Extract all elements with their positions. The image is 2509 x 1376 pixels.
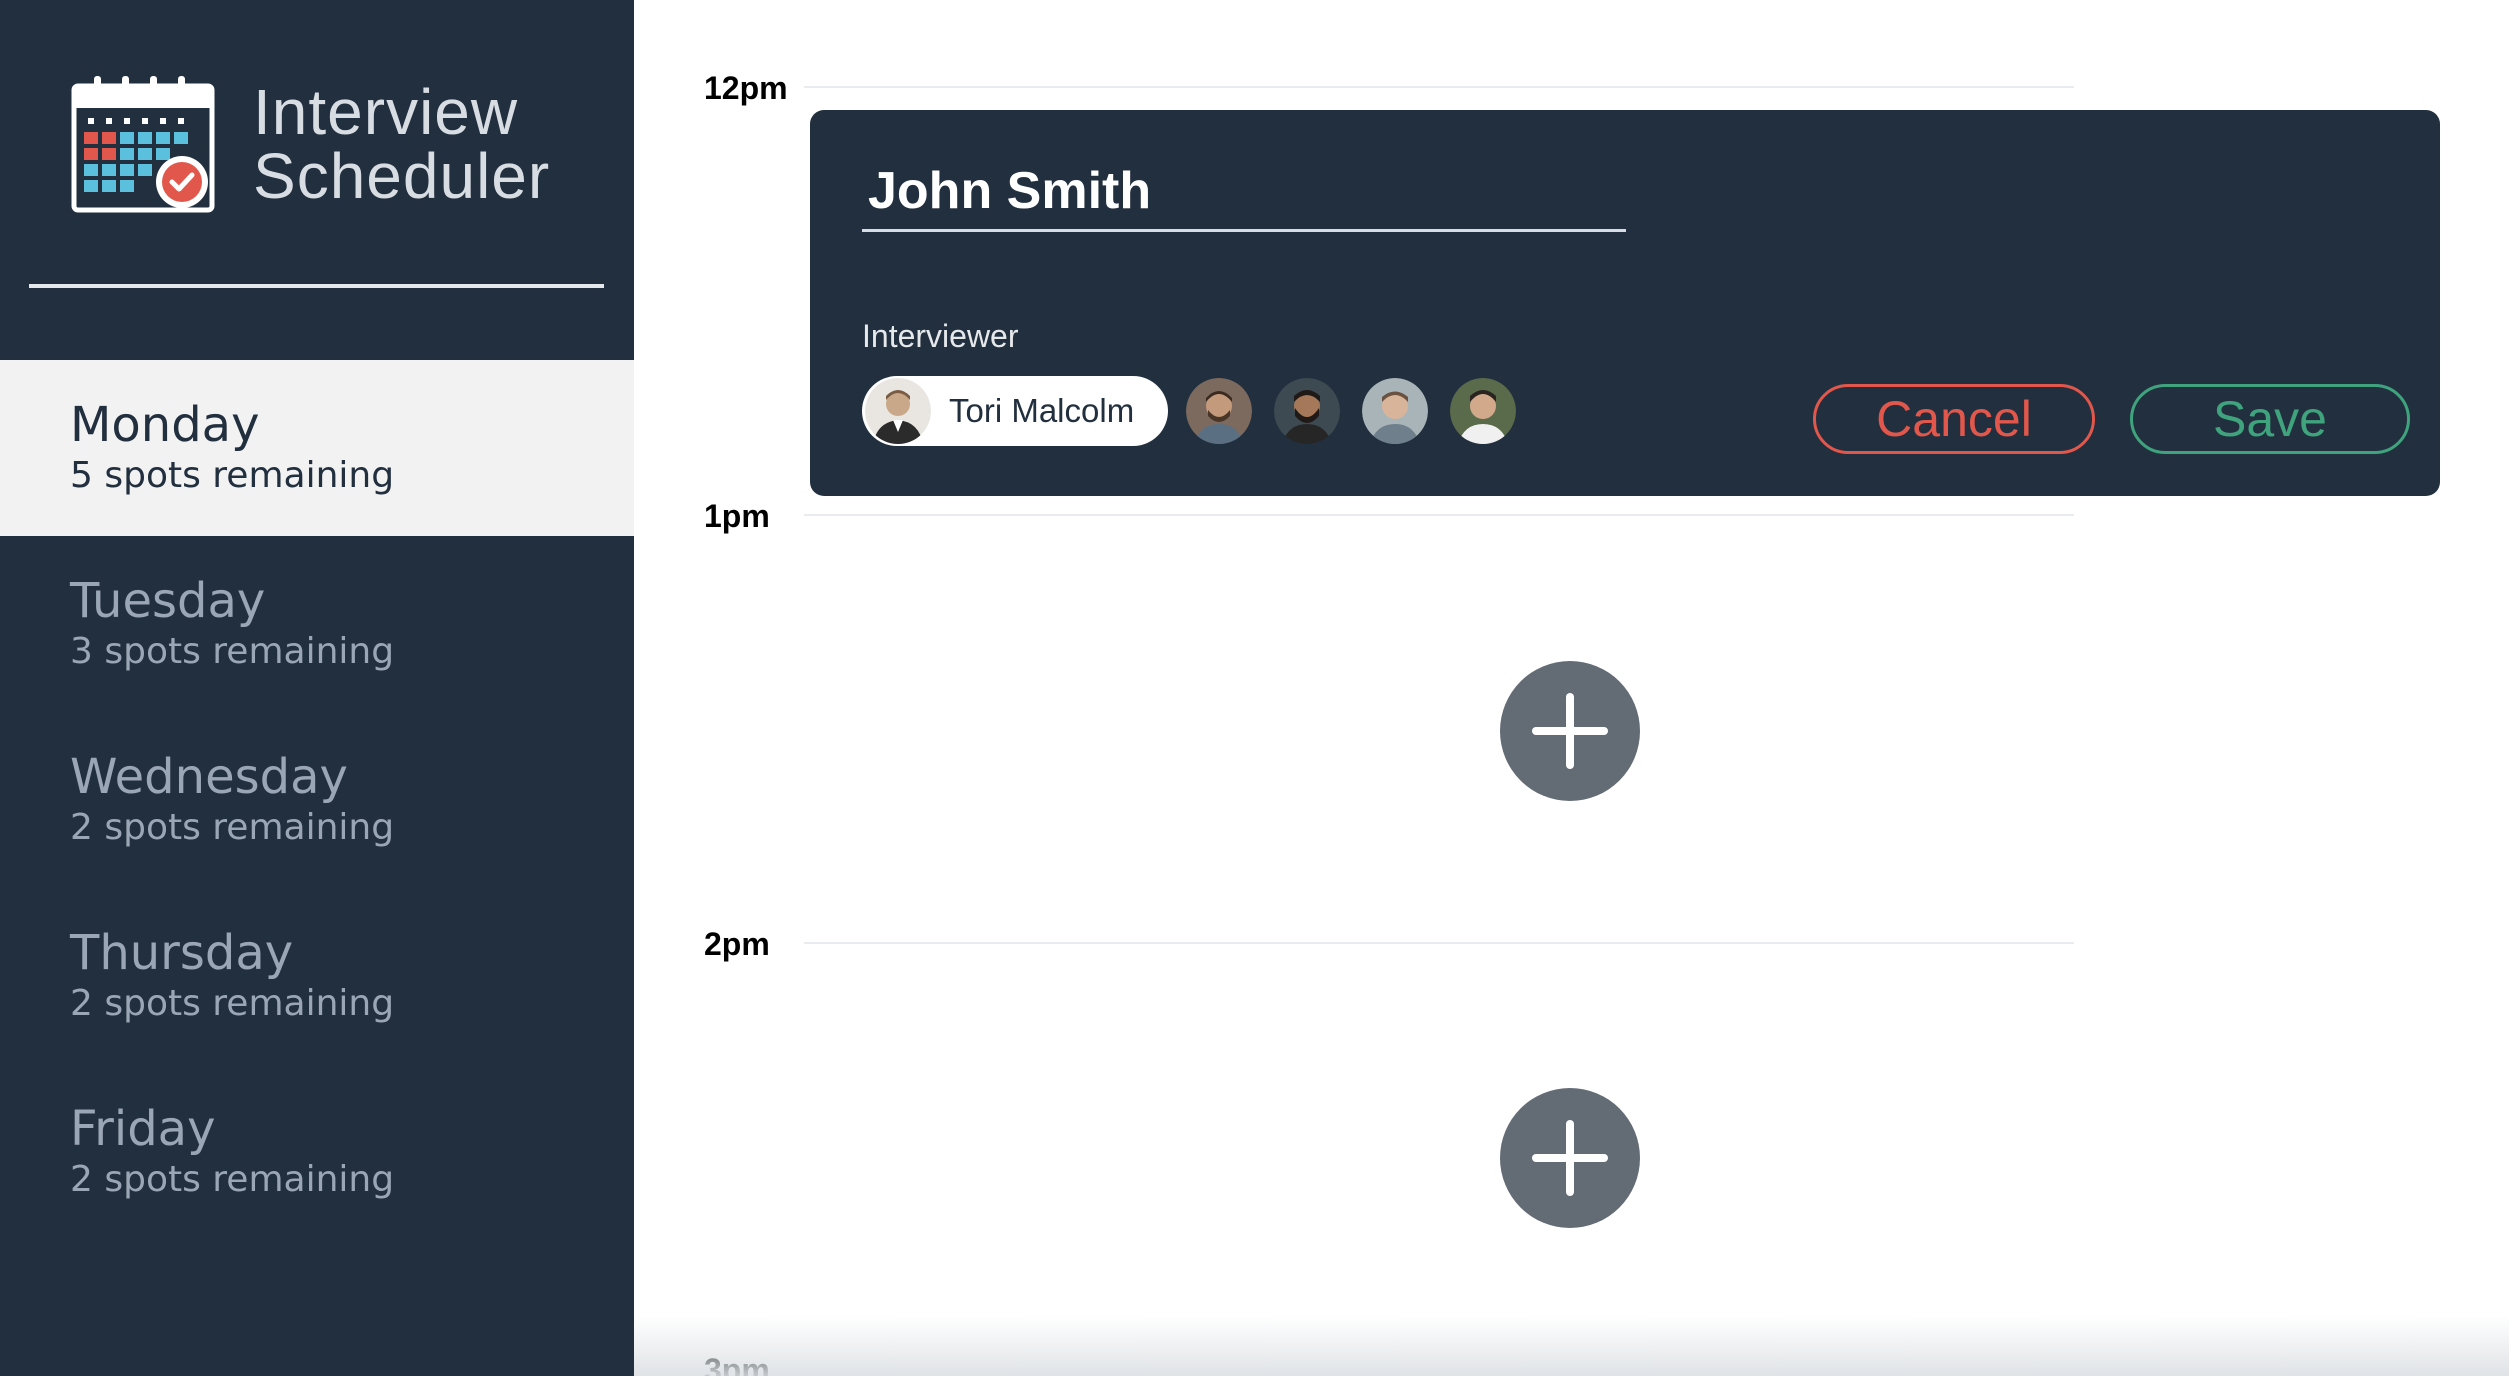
add-appointment-button[interactable] — [1500, 661, 1640, 801]
avatar — [1186, 378, 1253, 444]
save-button[interactable]: Save — [2130, 384, 2410, 454]
day-item-thursday[interactable]: Thursday 2 spots remaining — [0, 888, 634, 1064]
day-item-wednesday[interactable]: Wednesday 2 spots remaining — [0, 712, 634, 888]
sidebar-divider — [29, 284, 604, 288]
interviewer-item[interactable] — [1450, 378, 1517, 444]
day-name: Friday — [70, 1101, 216, 1157]
hour-line — [804, 514, 2074, 516]
scroll-fade — [634, 1316, 2509, 1376]
app-title-line1: Interview — [253, 76, 519, 148]
day-name: Thursday — [70, 925, 294, 981]
day-spots: 2 spots remaining — [70, 1159, 395, 1200]
interviewer-item[interactable] — [1362, 378, 1429, 444]
avatar — [865, 378, 931, 444]
day-spots: 2 spots remaining — [70, 807, 395, 848]
plus-icon — [1532, 1120, 1608, 1196]
avatar — [1274, 378, 1341, 444]
appointment-form: Interviewer Tori Malcolm — [810, 110, 2440, 496]
avatar — [1450, 378, 1517, 444]
interviewer-name: Tori Malcolm — [949, 392, 1135, 429]
logo: Interview Scheduler — [70, 74, 590, 224]
student-name-input[interactable] — [862, 152, 1626, 232]
interviewer-item-selected[interactable]: Tori Malcolm — [862, 376, 1169, 446]
day-item-monday[interactable]: Monday 5 spots remaining — [0, 360, 634, 536]
cancel-button[interactable]: Cancel — [1813, 384, 2095, 454]
day-name: Wednesday — [70, 749, 348, 805]
sidebar: Interview Scheduler Monday 5 spots remai… — [0, 0, 634, 1376]
app-title-line2: Scheduler — [253, 140, 551, 212]
avatar — [1362, 378, 1429, 444]
app: Interview Scheduler Monday 5 spots remai… — [0, 0, 2509, 1376]
hour-line — [804, 942, 2074, 944]
add-appointment-button[interactable] — [1500, 1088, 1640, 1228]
day-list: Monday 5 spots remaining Tuesday 3 spots… — [0, 360, 634, 1240]
interviewer-item[interactable] — [1186, 378, 1253, 444]
day-item-tuesday[interactable]: Tuesday 3 spots remaining — [0, 536, 634, 712]
schedule: 12pm Interviewer Tori Malcolm — [634, 0, 2509, 1376]
day-name: Tuesday — [70, 573, 266, 629]
app-title: Interview Scheduler — [253, 80, 550, 208]
day-spots: 3 spots remaining — [70, 631, 395, 672]
hour-label-12pm: 12pm — [704, 70, 788, 106]
hour-label-1pm: 1pm — [704, 498, 770, 534]
day-spots: 5 spots remaining — [70, 455, 395, 496]
hour-label-2pm: 2pm — [704, 926, 770, 962]
interviewer-list: Tori Malcolm — [862, 376, 1538, 446]
interviewer-item[interactable] — [1274, 378, 1341, 444]
day-spots: 2 spots remaining — [70, 983, 395, 1024]
plus-icon — [1532, 693, 1608, 769]
interviewer-label: Interviewer — [862, 318, 1019, 354]
day-item-friday[interactable]: Friday 2 spots remaining — [0, 1064, 634, 1240]
calendar-check-icon — [71, 76, 215, 213]
hour-line — [804, 86, 2074, 88]
day-name: Monday — [70, 397, 260, 453]
